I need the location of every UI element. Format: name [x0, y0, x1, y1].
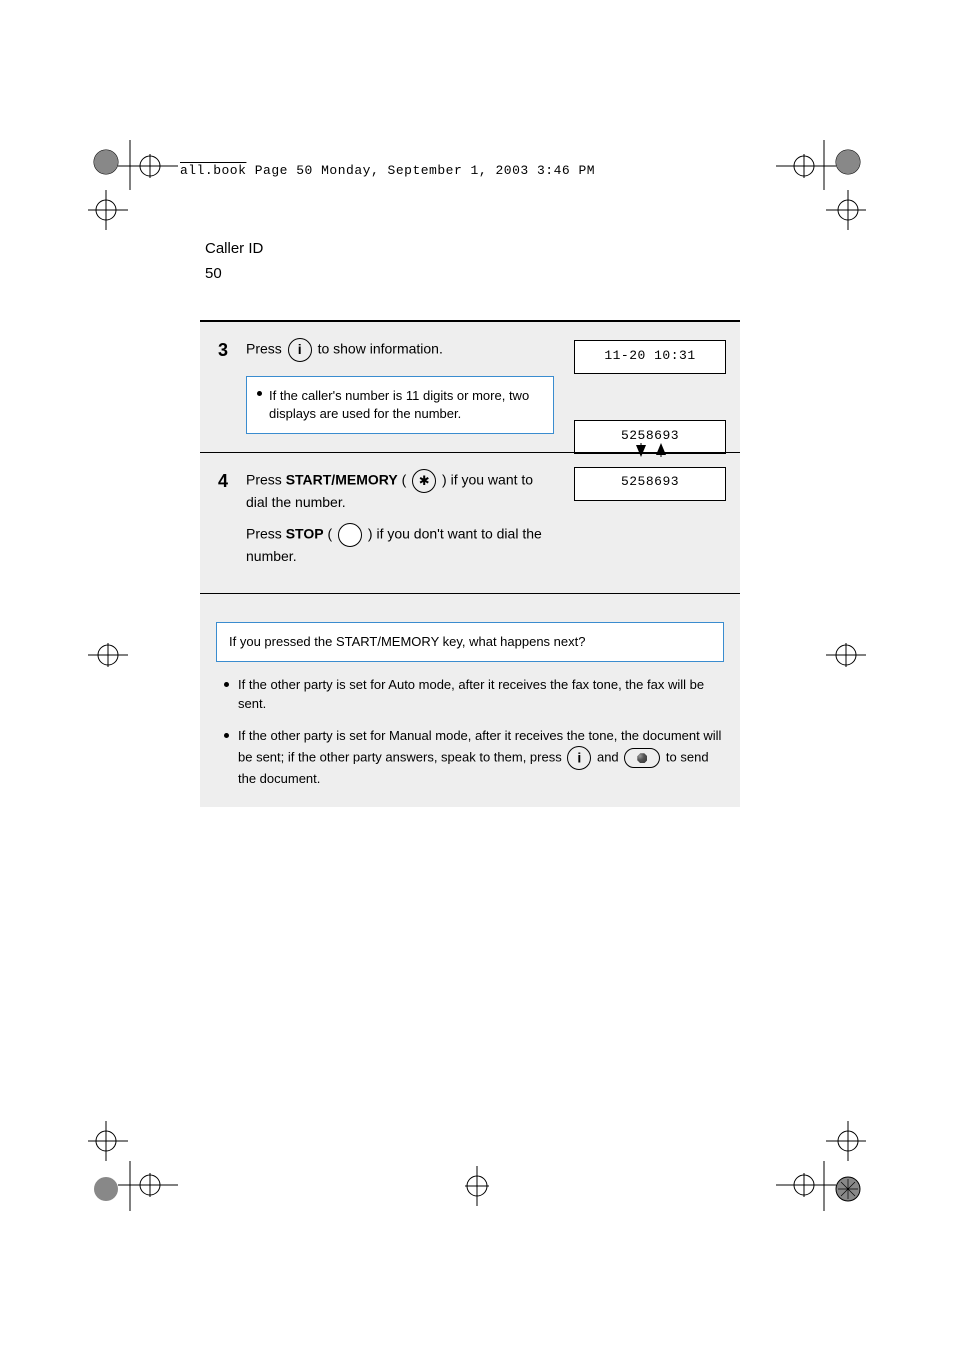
- lcd-display-number-alt: 5258693: [574, 467, 726, 501]
- bullet-icon: [224, 682, 229, 687]
- reg-mark-bottom-center: [462, 1166, 492, 1211]
- footnote-question-text: If you pressed the START/MEMORY key, wha…: [229, 634, 585, 649]
- step4-line2-paren: (: [327, 526, 332, 542]
- page-title: Caller ID: [200, 240, 740, 257]
- start-memory-key-label: START/MEMORY: [286, 472, 398, 488]
- step3-text-after: to show information.: [318, 341, 443, 357]
- footnote-bullet-1-text: If the other party is set for Auto mode,…: [238, 677, 704, 711]
- step4-line1-paren: (: [402, 472, 407, 488]
- page-number: 50: [200, 265, 740, 282]
- alternating-display-arrows-icon: [576, 443, 726, 459]
- step3-text-before: Press: [246, 341, 286, 357]
- reg-mark-bottom-left: [88, 1116, 178, 1211]
- reg-mark-top-right: [776, 140, 866, 235]
- stop-oval-button-icon: [624, 748, 660, 768]
- print-slugline: all.book Page 50 Monday, September 1, 20…: [180, 163, 595, 178]
- footnote-bullet-2-mid: and: [597, 750, 622, 765]
- info-key-icon: [567, 746, 591, 770]
- start-memory-key-icon: [412, 469, 436, 493]
- step-4: 4 5258693 Press START/MEMORY ( ) if you …: [200, 452, 740, 592]
- bullet-icon: [224, 733, 229, 738]
- footnote-bullet-1: If the other party is set for Auto mode,…: [216, 676, 724, 714]
- footnote-section: If you pressed the START/MEMORY key, wha…: [200, 593, 740, 808]
- step4-line1-before: Press: [246, 472, 286, 488]
- reg-mark-top-left: [88, 140, 178, 235]
- step-number: 4: [218, 471, 228, 492]
- reg-mark-mid-left: [88, 640, 128, 675]
- slug-filename: all.book: [180, 163, 246, 178]
- stop-key-label: STOP: [286, 526, 324, 542]
- stop-key-icon: [338, 523, 362, 547]
- step-number: 3: [218, 340, 228, 361]
- footnote-bullet-2: If the other party is set for Manual mod…: [216, 727, 724, 789]
- step-3: 3 Press to show information. 11-20 10:31…: [200, 322, 740, 452]
- steps-panel: 3 Press to show information. 11-20 10:31…: [200, 320, 740, 807]
- info-key-icon: [288, 338, 312, 362]
- lcd-display-datetime: 11-20 10:31: [574, 340, 726, 374]
- reg-mark-bottom-right: [776, 1116, 866, 1211]
- step4-line2-before: Press: [246, 526, 286, 542]
- slug-rest: Page 50 Monday, September 1, 2003 3:46 P…: [246, 163, 595, 178]
- step3-note: If the caller's number is 11 digits or m…: [246, 376, 554, 434]
- step3-note-text: If the caller's number is 11 digits or m…: [269, 388, 529, 421]
- reg-mark-mid-right: [826, 640, 866, 675]
- footnote-question-box: If you pressed the START/MEMORY key, wha…: [216, 622, 724, 662]
- bullet-icon: [257, 391, 262, 396]
